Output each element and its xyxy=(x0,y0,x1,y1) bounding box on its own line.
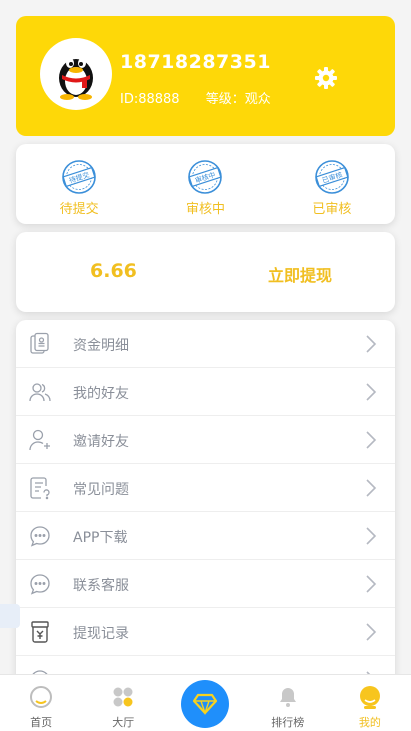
qq-penguin-icon xyxy=(59,58,93,100)
chevron-right-icon xyxy=(366,623,377,641)
customer-service-icon xyxy=(30,574,50,595)
floating-side-tab[interactable] xyxy=(0,604,20,628)
chevron-right-icon xyxy=(366,527,377,545)
profile-card: 18718287351 ID:88888 等级：观众 xyxy=(16,16,395,136)
tab-ranking[interactable]: 排行榜 xyxy=(247,675,329,731)
bell-icon xyxy=(279,688,296,707)
menu-item-funds-detail[interactable]: 资金明细 xyxy=(16,320,395,368)
menu-list: 资金明细 我的好友 邀请好友 常见问题 APP下载 联系客服 提现记录 xyxy=(16,320,395,680)
avatar[interactable] xyxy=(40,38,112,110)
menu-item-label: 邀请好友 xyxy=(73,434,129,450)
user-meta: ID:88888 等级：观众 xyxy=(120,88,271,107)
status-label: 审核中 xyxy=(185,202,225,217)
menu-item-label: 联系客服 xyxy=(73,578,129,594)
chevron-right-icon xyxy=(366,383,377,401)
menu-item-faq[interactable]: 常见问题 xyxy=(16,464,395,512)
menu-item-customer-service[interactable]: 联系客服 xyxy=(16,560,395,608)
status-reviewed[interactable]: 已审核 已审核 xyxy=(269,144,395,224)
status-pending-submit[interactable]: 待提交 待提交 xyxy=(16,144,142,224)
balance-amount: 6.66 xyxy=(90,260,137,282)
menu-item-withdraw-record[interactable]: 提现记录 xyxy=(16,608,395,656)
menu-item-label: 资金明细 xyxy=(73,338,129,354)
withdraw-button[interactable]: 立即提现 xyxy=(268,262,332,286)
tab-hall[interactable]: 大厅 xyxy=(82,675,164,731)
faq-icon xyxy=(30,477,50,500)
chevron-right-icon xyxy=(366,479,377,497)
stamp-reviewing-icon: 审核中 xyxy=(188,160,223,194)
user-phone: 18718287351 xyxy=(120,51,271,73)
withdraw-record-icon xyxy=(31,621,49,643)
chevron-right-icon xyxy=(366,575,377,593)
home-icon xyxy=(30,686,53,708)
menu-item-label: APP下载 xyxy=(73,530,128,546)
diamond-icon xyxy=(192,693,218,715)
menu-item-label: 常见问题 xyxy=(73,482,129,498)
chevron-right-icon xyxy=(366,431,377,449)
stamp-pending-submit-icon: 待提交 xyxy=(62,160,96,194)
tab-label: 排行榜 xyxy=(271,716,305,729)
menu-item-label: 提现记录 xyxy=(73,626,129,642)
menu-item-invite-friend[interactable]: 邀请好友 xyxy=(16,416,395,464)
tab-label: 首页 xyxy=(30,716,53,729)
user-icon xyxy=(359,686,380,709)
user-level: 等级：观众 xyxy=(205,92,271,107)
friends-icon xyxy=(29,383,51,402)
tab-label: 大厅 xyxy=(112,716,135,729)
status-reviewing[interactable]: 审核中 审核中 xyxy=(142,144,268,224)
status-card: 待提交 待提交 审核中 审核中 已审核 已审核 xyxy=(16,144,395,224)
invite-friend-icon xyxy=(29,429,50,451)
status-label: 待提交 xyxy=(59,202,99,217)
tab-home[interactable]: 首页 xyxy=(0,675,82,731)
menu-item-label: 我的好友 xyxy=(73,386,129,402)
center-diamond-button[interactable] xyxy=(181,680,229,728)
gear-icon[interactable] xyxy=(314,66,338,90)
app-download-icon xyxy=(30,526,50,547)
menu-item-my-friends[interactable]: 我的好友 xyxy=(16,368,395,416)
user-id: ID:88888 xyxy=(120,92,180,107)
menu-item-app-download[interactable]: APP下载 xyxy=(16,512,395,560)
tab-label: 我的 xyxy=(358,716,381,729)
status-label: 已审核 xyxy=(312,202,352,217)
balance-card: 6.66 立即提现 xyxy=(16,232,395,312)
hall-icon xyxy=(113,687,133,707)
chevron-right-icon xyxy=(366,335,377,353)
stamp-reviewed-icon: 已审核 xyxy=(315,160,349,194)
funds-detail-icon xyxy=(30,332,49,354)
tab-mine[interactable]: 我的 xyxy=(329,675,411,731)
